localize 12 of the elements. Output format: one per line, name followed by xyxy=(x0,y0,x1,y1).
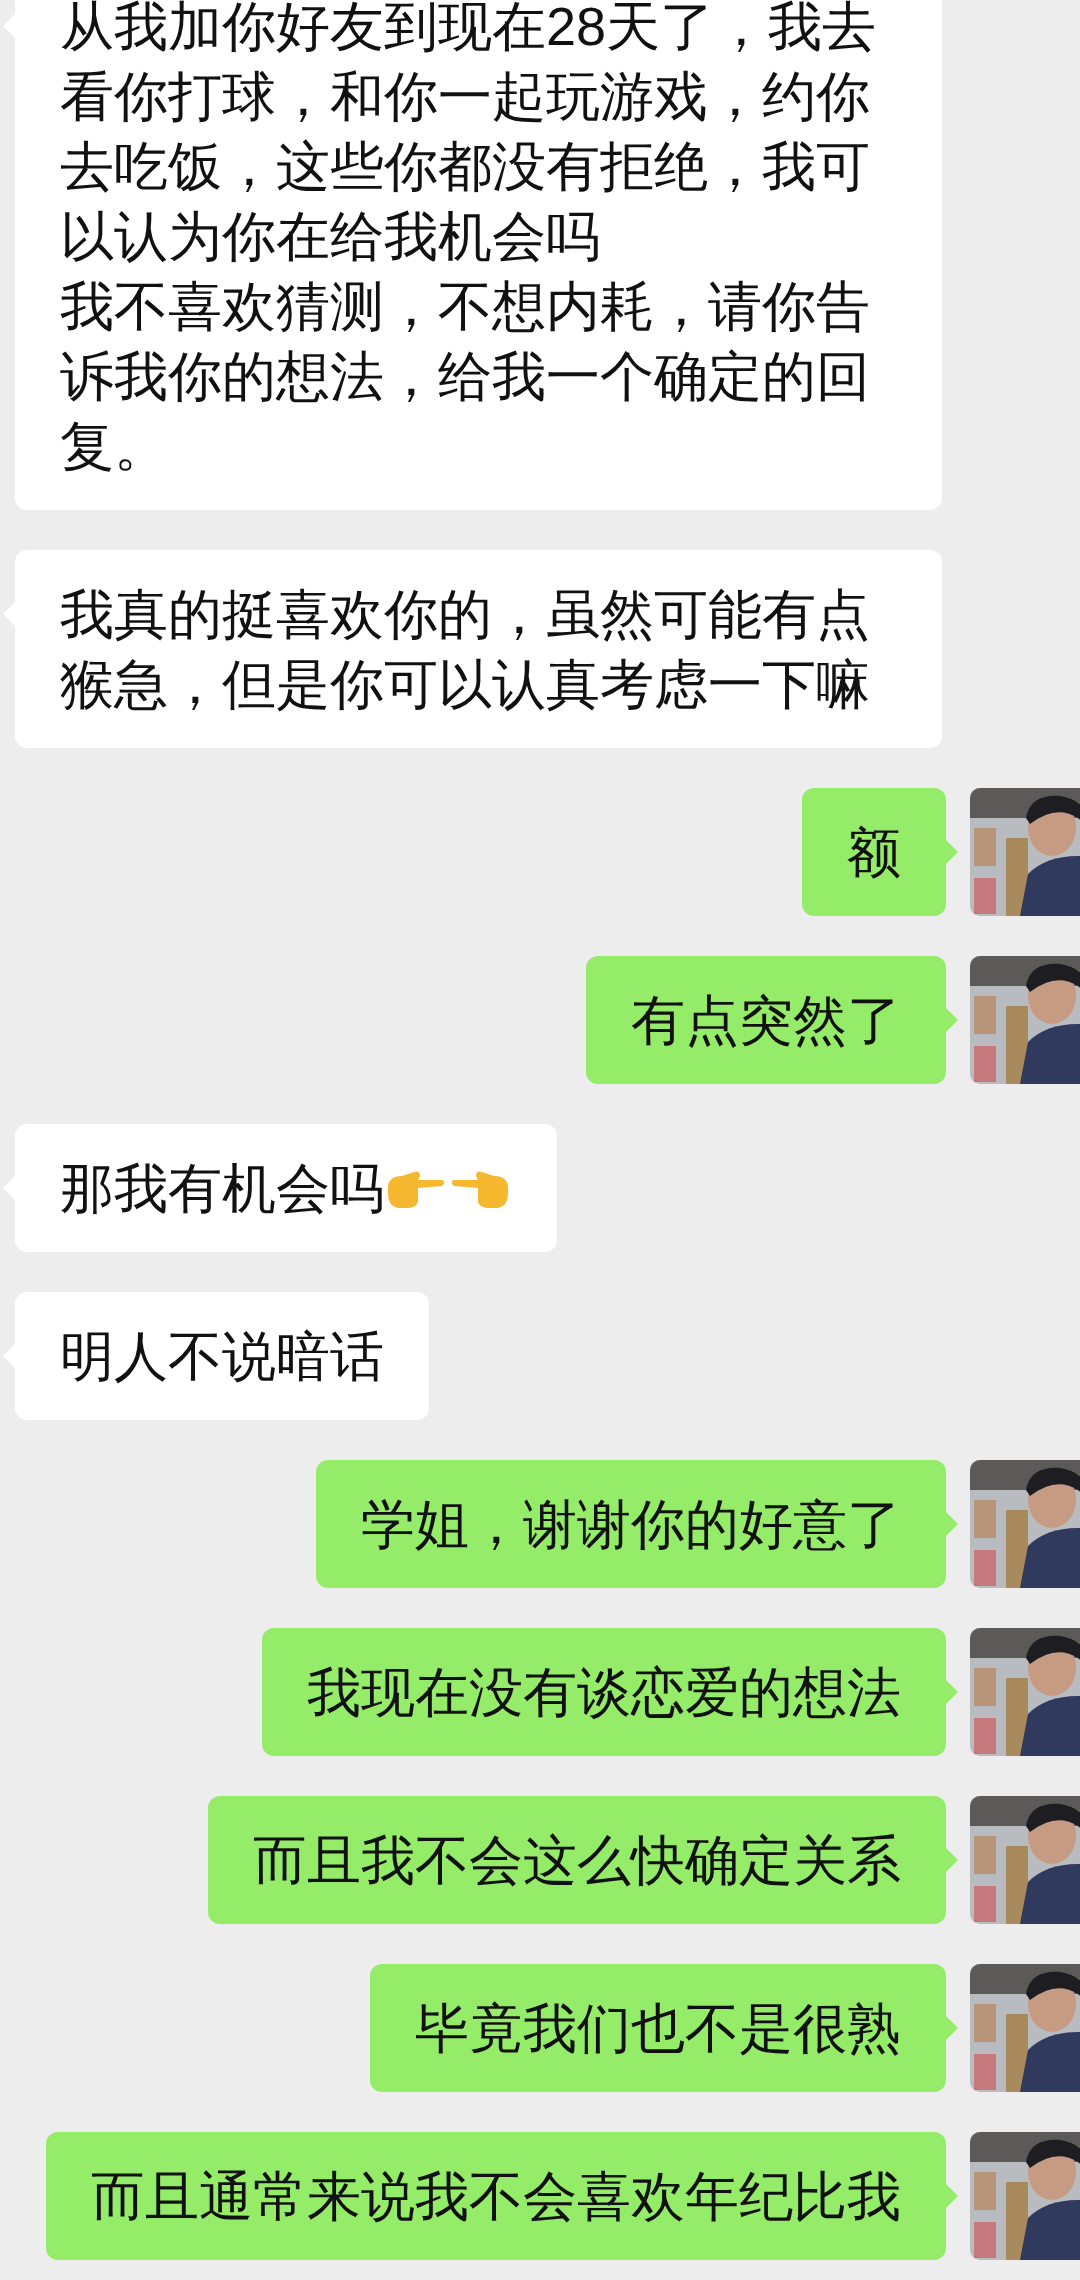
message-text: 明人不说暗话 xyxy=(60,1325,384,1388)
message-text: 毕竟我们也不是很熟 xyxy=(415,1997,901,2060)
message-text: 而且我不会这么快确定关系 xyxy=(253,1829,901,1892)
message-text: 那我有机会吗 xyxy=(60,1157,384,1220)
message-text: 而且通常来说我不会喜欢年纪比我 xyxy=(91,2165,901,2228)
message-text: 额 xyxy=(847,821,901,884)
message-text: 从我加你好友到现在28天了，我去看你打球，和你一起玩游戏，约你去吃饭，这些你都没有拒绝，我可以认为你在给我机会吗 xyxy=(60,0,878,268)
message-text: 我不喜欢猜测，不想内耗，请你告诉我你的想法，给我一个确定的回复。 xyxy=(60,275,871,478)
message-text: 我真的挺喜欢你的，虽然可能有点猴急，但是你可以认真考虑一下嘛 xyxy=(60,583,871,716)
message-text: 我现在没有谈恋爱的想法 xyxy=(307,1661,901,1724)
message-text: 有点突然了 xyxy=(631,989,901,1052)
message-text: 学姐，谢谢你的好意了 xyxy=(361,1493,901,1556)
